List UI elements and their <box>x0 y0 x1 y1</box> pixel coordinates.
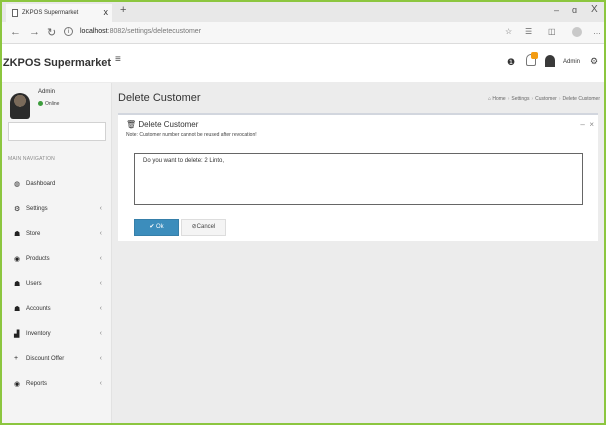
header-user-name[interactable]: Admin <box>563 59 580 65</box>
url-host: localhost <box>80 28 108 35</box>
sidebar-search-input[interactable] <box>8 122 106 141</box>
user-name: Admin <box>38 89 56 95</box>
sidebar-item-label: Reports <box>26 381 48 387</box>
header-avatar[interactable] <box>545 55 555 67</box>
collections-icon[interactable]: ◫ <box>548 27 556 36</box>
breadcrumb-current: Delete Customer <box>562 96 600 102</box>
cancel-label: Cancel <box>196 224 216 230</box>
profile-icon[interactable] <box>572 27 582 37</box>
breadcrumb-customer[interactable]: Customer <box>535 96 557 102</box>
trash-icon: 🗑 <box>126 120 137 129</box>
brand-logo[interactable]: ZKPOS Supermarket <box>2 44 112 83</box>
app-header: ZKPOS Supermarket ≡ ❶ Admin ⚙ <box>2 44 604 83</box>
products-icon: ◉ <box>14 256 21 263</box>
sidebar-item-store[interactable]: ☗ Store ‹ <box>2 226 112 242</box>
accounts-icon: ☗ <box>14 306 21 313</box>
sidebar-item-discount-offer[interactable]: + Discount Offer ‹ <box>2 351 112 367</box>
menu-toggle-icon[interactable]: ≡ <box>115 54 121 65</box>
user-status: Online <box>38 101 59 107</box>
eye-icon: ◉ <box>14 381 21 388</box>
content-area: Delete Customer ⌂ Home › Settings › Customer… <box>112 83 604 423</box>
back-arrow-icon[interactable]: ← <box>10 26 21 38</box>
chevron-left-icon: ‹ <box>99 330 102 337</box>
sidebar-item-label: Settings <box>26 206 48 212</box>
inventory-icon: ▟ <box>14 331 20 338</box>
breadcrumb-home[interactable]: Home <box>492 96 505 102</box>
browser-tab[interactable]: ZKPOS Supermarket x <box>6 4 112 22</box>
avatar <box>10 93 30 119</box>
url-field[interactable]: localhost:8082/settings/deletecustomer <box>80 28 201 35</box>
sidebar-item-dashboard[interactable]: ◍ Dashboard <box>2 176 112 192</box>
nav-header: MAIN NAVIGATION <box>8 156 55 162</box>
sidebar-item-accounts[interactable]: ☗ Accounts ‹ <box>2 301 112 317</box>
gear-icon: ⚙ <box>14 206 21 213</box>
dashboard-icon: ◍ <box>14 181 21 188</box>
ok-label: Ok <box>156 224 164 230</box>
box-title-text: Delete Customer <box>138 120 199 129</box>
page-title: Delete Customer <box>118 92 201 104</box>
sidebar-item-reports[interactable]: ◉ Reports ‹ <box>2 376 112 392</box>
browser-tab-bar: ZKPOS Supermarket x + – ɑ X <box>2 2 604 22</box>
translate-icon[interactable]: ☆ <box>505 27 512 36</box>
check-icon: ✔ <box>149 224 155 230</box>
delete-customer-box: 🗑 Delete Customer Note: Customer number … <box>118 113 598 241</box>
favorites-icon[interactable]: ☰ <box>525 27 532 36</box>
maximize-button[interactable]: ɑ <box>572 5 577 15</box>
sidebar-item-settings[interactable]: ⚙ Settings ‹ <box>2 201 112 217</box>
breadcrumb: ⌂ Home › Settings › Customer › Delete Customer <box>488 96 600 102</box>
minimize-button[interactable]: – <box>554 5 559 15</box>
more-icon[interactable]: … <box>593 27 601 36</box>
close-window-button[interactable]: X <box>591 4 598 15</box>
info-icon[interactable]: i <box>64 27 73 36</box>
box-tools: – × <box>580 120 594 129</box>
online-dot-icon <box>38 101 43 107</box>
plus-icon: + <box>14 355 19 362</box>
notification-badge <box>531 52 538 59</box>
chevron-left-icon: ‹ <box>99 280 102 287</box>
chevron-left-icon: ‹ <box>99 355 102 362</box>
breadcrumb-separator: › <box>558 96 561 102</box>
breadcrumb-separator: › <box>507 96 510 102</box>
confirm-textarea[interactable]: Do you want to delete: 2 Linto, <box>134 153 583 205</box>
collapse-icon[interactable]: – <box>580 120 584 129</box>
sidebar-item-users[interactable]: ☗ Users ‹ <box>2 276 112 292</box>
chevron-left-icon: ‹ <box>99 255 102 262</box>
close-icon[interactable]: × <box>589 120 594 129</box>
forward-arrow-icon[interactable]: → <box>29 26 40 38</box>
info-circle-icon[interactable]: ❶ <box>507 57 515 68</box>
box-title: 🗑 Delete Customer <box>126 120 198 129</box>
chevron-left-icon: ‹ <box>99 305 102 312</box>
address-bar: ← → ↻ i localhost:8082/settings/deletecu… <box>2 22 604 44</box>
chevron-left-icon: ‹ <box>99 230 102 237</box>
sidebar-item-label: Inventory <box>26 331 51 337</box>
cogs-icon[interactable]: ⚙ <box>590 56 598 67</box>
chevron-left-icon: ‹ <box>99 205 102 212</box>
sidebar-item-label: Dashboard <box>26 181 56 187</box>
store-icon: ☗ <box>14 231 21 238</box>
sidebar-item-inventory[interactable]: ▟ Inventory ‹ <box>2 326 112 342</box>
users-icon: ☗ <box>14 281 21 288</box>
sidebar-item-label: Products <box>26 256 50 262</box>
new-tab-button[interactable]: + <box>120 4 126 16</box>
sidebar-item-products[interactable]: ◉ Products ‹ <box>2 251 112 267</box>
box-note: Note: Customer number cannot be reused a… <box>126 132 257 138</box>
sidebar-item-label: Store <box>26 231 41 237</box>
page-icon <box>12 9 18 17</box>
window-frame: ZKPOS Supermarket x + – ɑ X ← → ↻ i loca… <box>0 0 606 425</box>
breadcrumb-separator: › <box>531 96 534 102</box>
tab-title: ZKPOS Supermarket <box>22 10 79 16</box>
sidebar-item-label: Accounts <box>26 306 51 312</box>
status-text: Online <box>45 101 60 107</box>
cancel-button[interactable]: ⊘Cancel <box>181 219 226 236</box>
tab-close-icon[interactable]: x <box>104 7 109 17</box>
chevron-left-icon: ‹ <box>99 380 102 387</box>
url-path: :8082/settings/deletecustomer <box>107 28 202 35</box>
ok-button[interactable]: ✔ Ok <box>134 219 179 236</box>
breadcrumb-settings[interactable]: Settings <box>511 96 529 102</box>
sidebar-item-label: Discount Offer <box>26 356 65 362</box>
sidebar: Admin Online MAIN NAVIGATION ◍ Dashboard… <box>2 83 112 423</box>
sidebar-item-label: Users <box>26 281 42 287</box>
refresh-icon[interactable]: ↻ <box>47 26 56 39</box>
